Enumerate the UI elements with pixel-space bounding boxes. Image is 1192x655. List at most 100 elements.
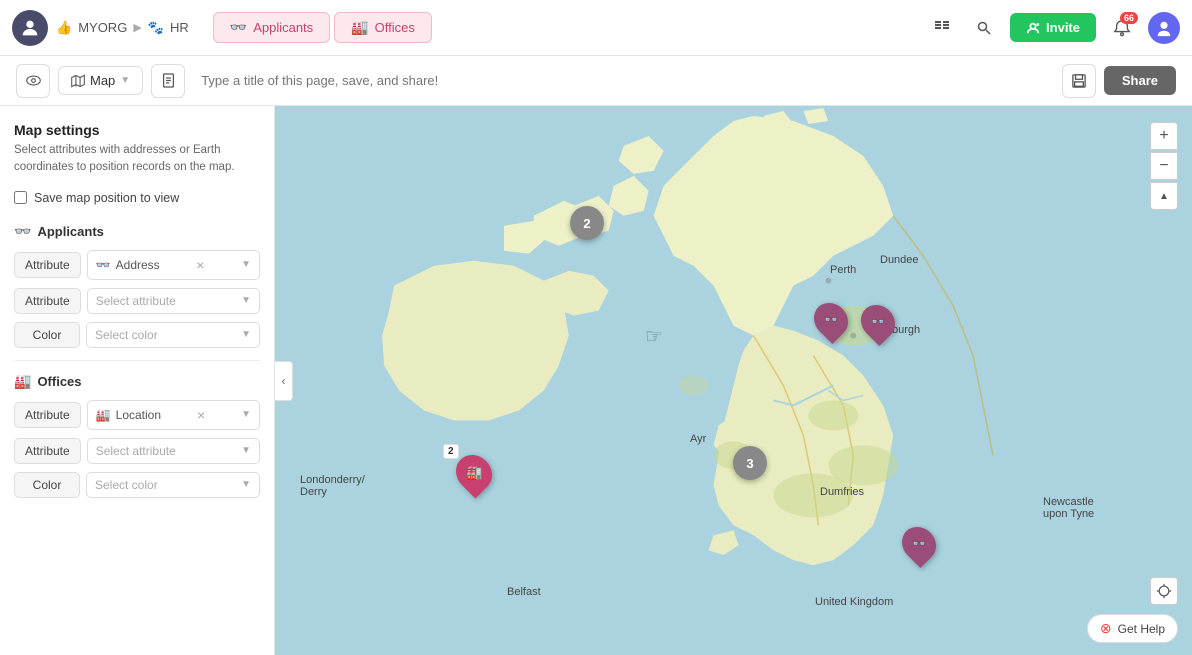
applicants-pin-1[interactable]: 👓 <box>815 302 847 338</box>
tab-offices[interactable]: 🏭 Offices <box>334 12 432 43</box>
tab-applicants[interactable]: 👓 Applicants <box>213 12 330 43</box>
topbar-right: Invite 66 <box>926 12 1180 44</box>
applicants-section-icon: 👓 <box>14 223 31 240</box>
zoom-in-button[interactable]: + <box>1150 122 1178 150</box>
reset-north-button[interactable]: ▲ <box>1150 182 1178 210</box>
sidebar-desc: Select attributes with addresses or Eart… <box>14 142 260 177</box>
cluster-marker-2[interactable]: 2 <box>570 206 604 240</box>
applicants-color-chevron: ▼ <box>241 329 251 340</box>
help-button[interactable]: ⊗ Get Help <box>1087 614 1178 643</box>
offices-attr2-row: Attribute Select attribute ▼ <box>14 438 260 464</box>
save-position-checkbox[interactable] <box>14 191 27 204</box>
main-content: Map settings Select attributes with addr… <box>0 106 1192 655</box>
applicants-attr2-select[interactable]: Select attribute ▼ <box>87 288 260 314</box>
sidebar-collapse-button[interactable]: ‹ <box>275 361 293 401</box>
applicants-attr1-remove[interactable]: × <box>191 256 209 274</box>
offices-pin-icon: 🏭 <box>466 465 482 481</box>
map-dropdown-chevron: ▼ <box>120 75 130 86</box>
zoom-out-button[interactable]: − <box>1150 152 1178 180</box>
offices-section-icon: 🏭 <box>14 373 31 390</box>
tab-offices-label: Offices <box>375 20 415 35</box>
offices-color-chevron: ▼ <box>241 479 251 490</box>
applicants-section-label: Applicants <box>37 224 103 239</box>
applicants-tab-icon: 👓 <box>230 19 247 36</box>
notification-button[interactable]: 66 <box>1106 12 1138 44</box>
sidebar: Map settings Select attributes with addr… <box>0 106 275 655</box>
offices-attr2-select[interactable]: Select attribute ▼ <box>87 438 260 464</box>
applicants-attr1-icon: 👓 <box>96 258 111 272</box>
map-controls: + − ▲ <box>1150 122 1178 210</box>
offices-attr1-remove[interactable]: × <box>192 406 210 424</box>
document-button[interactable] <box>151 64 185 98</box>
applicants-attr1-chevron: ▼ <box>241 259 251 270</box>
applicants-attr2-label: Attribute <box>14 288 81 314</box>
offices-color-row: Color Select color ▼ <box>14 472 260 498</box>
main-avatar[interactable] <box>12 10 48 46</box>
save-position-row[interactable]: Save map position to view <box>14 191 260 205</box>
applicants-color-label: Color <box>14 322 80 348</box>
offices-section-label: Offices <box>37 374 81 389</box>
org-label[interactable]: MYORG <box>78 20 127 35</box>
cluster-count-3[interactable]: 3 <box>733 446 767 480</box>
share-button[interactable]: Share <box>1104 66 1176 95</box>
applicants-pin-2[interactable]: 👓 <box>862 304 894 340</box>
help-label: Get Help <box>1118 622 1165 636</box>
applicants-color-placeholder: Select color <box>95 328 158 342</box>
offices-tab-icon: 🏭 <box>351 19 368 36</box>
tab-applicants-label: Applicants <box>253 20 313 35</box>
invite-button[interactable]: Invite <box>1010 13 1096 42</box>
applicants-attr1-row: Attribute 👓 Address × ▼ <box>14 250 260 280</box>
offices-attr1-icon: 🏭 <box>96 408 111 422</box>
offices-attr2-chevron: ▼ <box>241 445 251 456</box>
applicants-pin-2-icon: 👓 <box>871 315 886 329</box>
offices-cluster-pin[interactable]: 2 🏭 <box>457 454 491 492</box>
save-icon-button[interactable] <box>1062 64 1096 98</box>
page-title-input[interactable] <box>193 67 1054 94</box>
applicants-color-row: Color Select color ▼ <box>14 322 260 348</box>
applicants-attr1-label: Attribute <box>14 252 81 278</box>
cluster-marker-3[interactable]: 3 <box>733 446 767 480</box>
offices-color-select[interactable]: Select color ▼ <box>86 472 260 498</box>
topbar: 👍 MYORG ▶ 🐾 HR 👓 Applicants 🏭 Offices In… <box>0 0 1192 56</box>
applicants-attr1-select[interactable]: 👓 Address × ▼ <box>87 250 260 280</box>
nav-arrow: ▶ <box>133 21 141 34</box>
view-button[interactable] <box>16 64 50 98</box>
offices-attr1-row: Attribute 🏭 Location × ▼ <box>14 400 260 430</box>
search-icon-button[interactable] <box>968 12 1000 44</box>
cluster-count-2[interactable]: 2 <box>570 206 604 240</box>
applicants-attr2-placeholder: Select attribute <box>96 294 176 308</box>
applicants-attr2-chevron: ▼ <box>241 295 251 306</box>
applicants-pin-1-icon: 👓 <box>824 313 839 327</box>
offices-attr2-placeholder: Select attribute <box>96 444 176 458</box>
applicants-pin-3[interactable]: 👓 <box>903 526 935 562</box>
notif-badge: 66 <box>1120 12 1138 24</box>
offices-attr1-select[interactable]: 🏭 Location × ▼ <box>87 400 260 430</box>
user-avatar[interactable] <box>1148 12 1180 44</box>
org-icon: 👍 <box>56 20 72 36</box>
offices-attr1-value: 🏭 Location <box>96 408 161 422</box>
offices-attr1-label: Attribute <box>14 402 81 428</box>
offices-attr1-chevron: ▼ <box>241 409 251 420</box>
map-area[interactable]: Perth Dundee Ayr Dumfries Newcastleupon … <box>275 106 1192 655</box>
map-label: Map <box>90 73 115 88</box>
map-dropdown-button[interactable]: Map ▼ <box>58 66 143 95</box>
applicants-section-header: 👓 Applicants <box>14 223 260 240</box>
grid-icon-button[interactable] <box>926 12 958 44</box>
offices-section-header: 🏭 Offices <box>14 373 260 390</box>
share-label: Share <box>1122 73 1158 88</box>
sidebar-title: Map settings <box>14 122 260 138</box>
section-label[interactable]: HR <box>170 20 189 35</box>
save-position-label: Save map position to view <box>34 191 179 205</box>
offices-color-placeholder: Select color <box>95 478 158 492</box>
applicants-attr1-value: 👓 Address <box>96 258 160 272</box>
applicants-color-select[interactable]: Select color ▼ <box>86 322 260 348</box>
offices-attr2-label: Attribute <box>14 438 81 464</box>
tab-area: 👓 Applicants 🏭 Offices <box>213 12 432 43</box>
invite-label: Invite <box>1046 20 1080 35</box>
applicants-attr2-row: Attribute Select attribute ▼ <box>14 288 260 314</box>
section-icon: 🐾 <box>148 20 164 36</box>
org-nav: 👍 MYORG ▶ 🐾 HR <box>56 20 189 36</box>
section-divider <box>14 360 260 361</box>
locate-button[interactable] <box>1150 577 1178 605</box>
secondary-toolbar: Map ▼ Share <box>0 56 1192 106</box>
